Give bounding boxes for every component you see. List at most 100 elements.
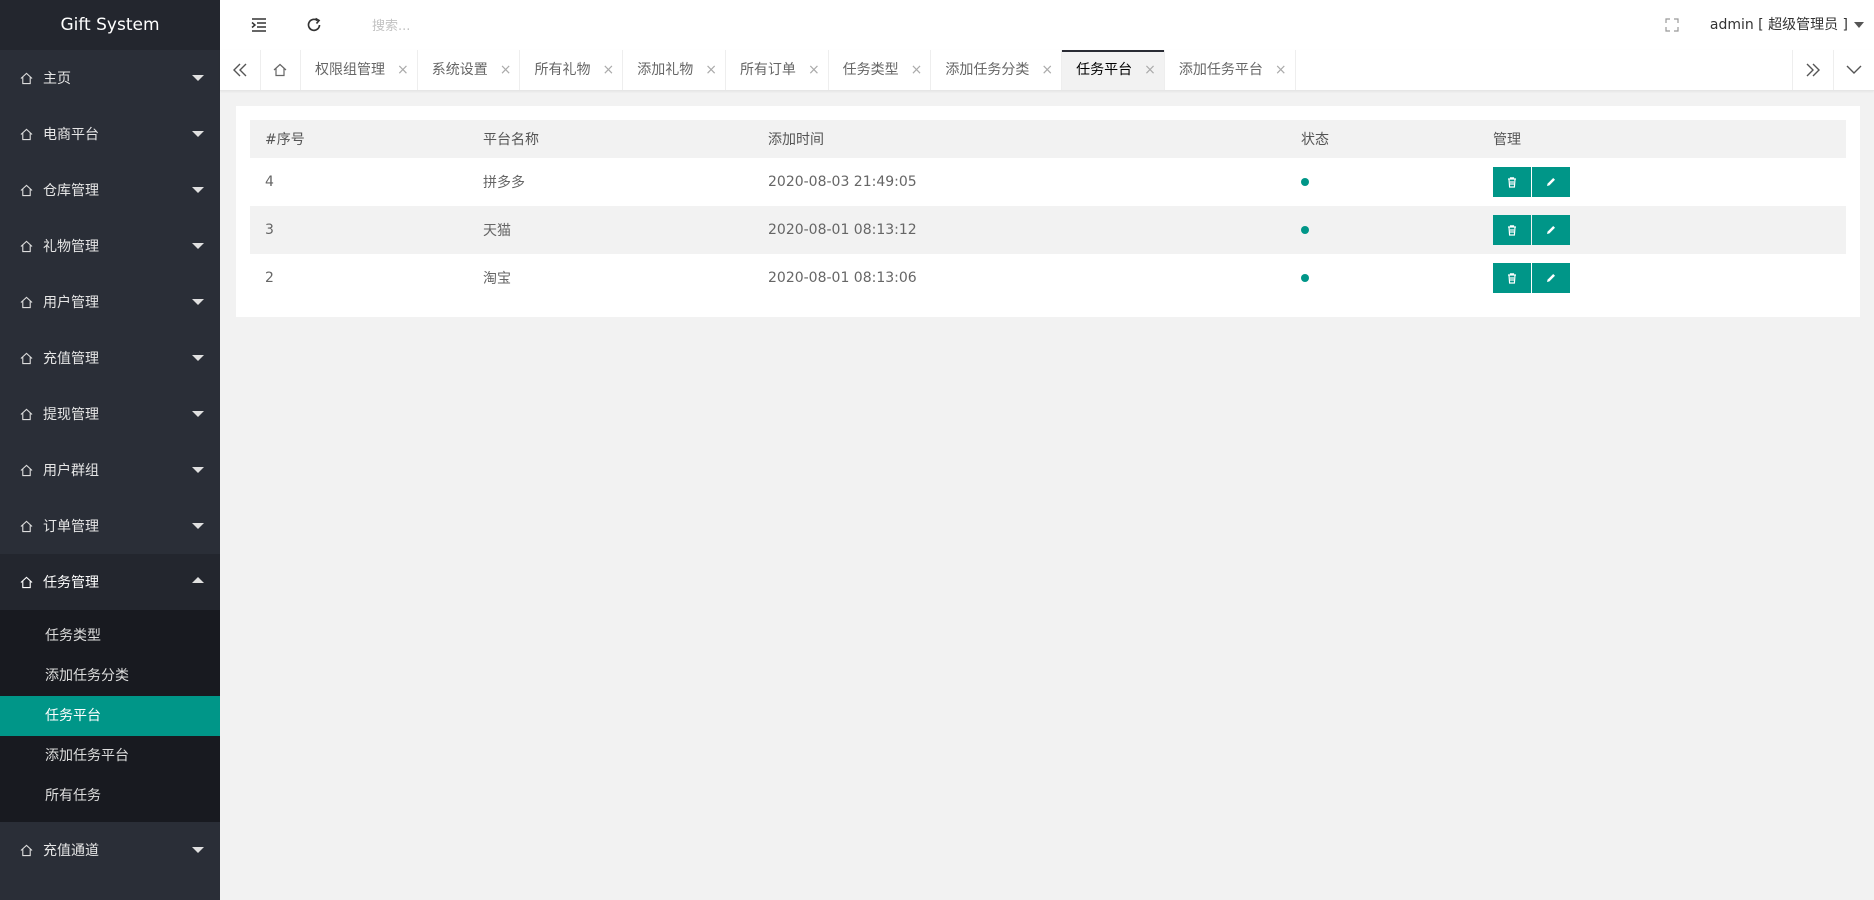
tab-task-types[interactable]: 任务类型 × bbox=[829, 50, 932, 90]
delete-button[interactable] bbox=[1493, 215, 1531, 245]
refresh-icon[interactable] bbox=[305, 16, 323, 34]
close-icon[interactable]: × bbox=[911, 50, 923, 90]
cell-time: 2020-08-01 08:13:12 bbox=[753, 206, 1286, 254]
sidebar-subitem-task-types[interactable]: 任务类型 bbox=[0, 616, 220, 656]
close-icon[interactable]: × bbox=[1275, 50, 1287, 90]
delete-button[interactable] bbox=[1493, 263, 1531, 293]
sidebar-item-label: 充值管理 bbox=[43, 351, 99, 367]
trash-icon bbox=[1508, 273, 1516, 284]
sidebar-item-label: 提现管理 bbox=[43, 407, 99, 423]
cell-name: 淘宝 bbox=[483, 271, 511, 287]
tab-all-orders[interactable]: 所有订单 × bbox=[726, 50, 829, 90]
tab-add-gift[interactable]: 添加礼物 × bbox=[623, 50, 726, 90]
column-header-name: 平台名称 bbox=[468, 120, 753, 158]
table-header-row: #序号 平台名称 添加时间 状态 管理 bbox=[250, 120, 1846, 158]
close-icon[interactable]: × bbox=[397, 50, 409, 90]
home-icon bbox=[20, 128, 33, 140]
cell-id: 4 bbox=[265, 174, 274, 190]
sidebar-subitem-task-platforms[interactable]: 任务平台 bbox=[0, 696, 220, 736]
cell-id: 3 bbox=[250, 206, 468, 254]
sidebar-item-user-groups[interactable]: 用户群组 bbox=[0, 442, 220, 498]
home-icon bbox=[20, 352, 33, 364]
caret-down-icon bbox=[192, 131, 204, 137]
caret-down-icon bbox=[192, 75, 204, 81]
tab-all-gifts[interactable]: 所有礼物 × bbox=[520, 50, 624, 90]
column-header-time: 添加时间 bbox=[753, 120, 1286, 158]
delete-button[interactable] bbox=[1493, 167, 1531, 197]
close-icon[interactable]: × bbox=[500, 50, 512, 90]
tab-add-task-platform[interactable]: 添加任务平台 × bbox=[1165, 50, 1296, 90]
sidebar-subitem-add-task-category[interactable]: 添加任务分类 bbox=[0, 656, 220, 696]
sidebar-item-warehouse[interactable]: 仓库管理 bbox=[0, 162, 220, 218]
app-logo: Gift System bbox=[0, 0, 220, 50]
fullscreen-icon[interactable] bbox=[1665, 18, 1679, 32]
top-header: admin [ 超级管理员 ] bbox=[220, 0, 1874, 51]
edit-button[interactable] bbox=[1532, 167, 1570, 197]
cell-actions bbox=[1478, 206, 1846, 254]
cell-actions bbox=[1478, 158, 1846, 206]
caret-down-icon bbox=[1854, 22, 1864, 28]
caret-down-icon bbox=[192, 243, 204, 249]
table-row: 4 拼多多 2020-08-03 21:49:05 bbox=[250, 158, 1846, 206]
caret-up-icon bbox=[192, 577, 204, 583]
tab-home[interactable] bbox=[260, 50, 301, 90]
sidebar: Gift System 主页 电商平台 仓库管理 礼物管理 用户管理 充值管理 … bbox=[0, 0, 220, 900]
tab-permission-groups[interactable]: 权限组管理 × bbox=[301, 50, 418, 90]
sidebar-item-label: 任务管理 bbox=[43, 575, 99, 591]
tab-bar: 权限组管理 × 系统设置 × 所有礼物 × 添加礼物 × 所有订单 × 任务类型 × 添加任… bbox=[220, 50, 1874, 91]
table-row: 3 天猫 2020-08-01 08:13:12 bbox=[250, 206, 1846, 254]
search-input[interactable] bbox=[370, 14, 674, 38]
sidebar-item-orders[interactable]: 订单管理 bbox=[0, 498, 220, 554]
status-dot bbox=[1301, 274, 1309, 282]
close-icon[interactable]: × bbox=[1041, 50, 1053, 90]
home-icon bbox=[20, 576, 33, 588]
close-icon[interactable]: × bbox=[1144, 50, 1156, 90]
double-chevron-right-icon bbox=[1806, 63, 1820, 77]
edit-button[interactable] bbox=[1532, 263, 1570, 293]
sidebar-item-label: 用户群组 bbox=[43, 463, 99, 479]
sidebar-item-label: 主页 bbox=[43, 71, 71, 87]
indent-icon[interactable] bbox=[250, 16, 268, 34]
close-icon[interactable]: × bbox=[808, 50, 820, 90]
sidebar-item-home[interactable]: 主页 bbox=[0, 50, 220, 106]
close-icon[interactable]: × bbox=[602, 50, 614, 90]
sidebar-item-label: 礼物管理 bbox=[43, 239, 99, 255]
tab-task-platforms[interactable]: 任务平台 × bbox=[1062, 50, 1165, 90]
caret-down-icon bbox=[192, 299, 204, 305]
cell-name: 拼多多 bbox=[483, 175, 525, 191]
sidebar-item-label: 仓库管理 bbox=[43, 183, 99, 199]
column-header-id: #序号 bbox=[250, 120, 468, 158]
main-content-card: #序号 平台名称 添加时间 状态 管理 4 拼多多 2020-08-03 21:… bbox=[236, 106, 1860, 317]
tabs-scroll-left-button[interactable] bbox=[220, 50, 261, 90]
sidebar-submenu-tasks: 任务类型 添加任务分类 任务平台 添加任务平台 所有任务 bbox=[0, 610, 220, 822]
tabs-menu-button[interactable] bbox=[1834, 50, 1874, 90]
home-icon bbox=[20, 72, 33, 84]
platform-table: #序号 平台名称 添加时间 状态 管理 4 拼多多 2020-08-03 21:… bbox=[250, 120, 1846, 302]
sidebar-item-ecommerce[interactable]: 电商平台 bbox=[0, 106, 220, 162]
tab-system-settings[interactable]: 系统设置 × bbox=[418, 50, 521, 90]
caret-down-icon bbox=[192, 411, 204, 417]
home-icon bbox=[20, 184, 33, 196]
caret-down-icon bbox=[192, 187, 204, 193]
sidebar-subitem-all-tasks[interactable]: 所有任务 bbox=[0, 776, 220, 816]
sidebar-item-tasks[interactable]: 任务管理 bbox=[0, 554, 220, 610]
cell-id: 2 bbox=[265, 270, 274, 286]
sidebar-item-recharge-channels[interactable]: 充值通道 bbox=[0, 822, 220, 878]
tab-list: 权限组管理 × 系统设置 × 所有礼物 × 添加礼物 × 所有订单 × 任务类型 × 添加任… bbox=[260, 50, 1296, 90]
table-row: 2 淘宝 2020-08-01 08:13:06 bbox=[250, 254, 1846, 302]
home-icon bbox=[20, 520, 33, 532]
edit-button[interactable] bbox=[1532, 215, 1570, 245]
sidebar-item-gifts[interactable]: 礼物管理 bbox=[0, 218, 220, 274]
sidebar-item-users[interactable]: 用户管理 bbox=[0, 274, 220, 330]
sidebar-item-recharge[interactable]: 充值管理 bbox=[0, 330, 220, 386]
tab-add-task-category[interactable]: 添加任务分类 × bbox=[931, 50, 1063, 90]
close-icon[interactable]: × bbox=[705, 50, 717, 90]
tabs-scroll-right-button[interactable] bbox=[1792, 50, 1834, 90]
user-menu[interactable]: admin [ 超级管理员 ] bbox=[1710, 0, 1864, 50]
pencil-icon bbox=[1547, 274, 1555, 282]
sidebar-item-withdraw[interactable]: 提现管理 bbox=[0, 386, 220, 442]
column-header-status: 状态 bbox=[1286, 120, 1478, 158]
sidebar-subitem-add-task-platform[interactable]: 添加任务平台 bbox=[0, 736, 220, 776]
home-icon bbox=[20, 844, 33, 856]
double-chevron-left-icon bbox=[233, 63, 247, 77]
